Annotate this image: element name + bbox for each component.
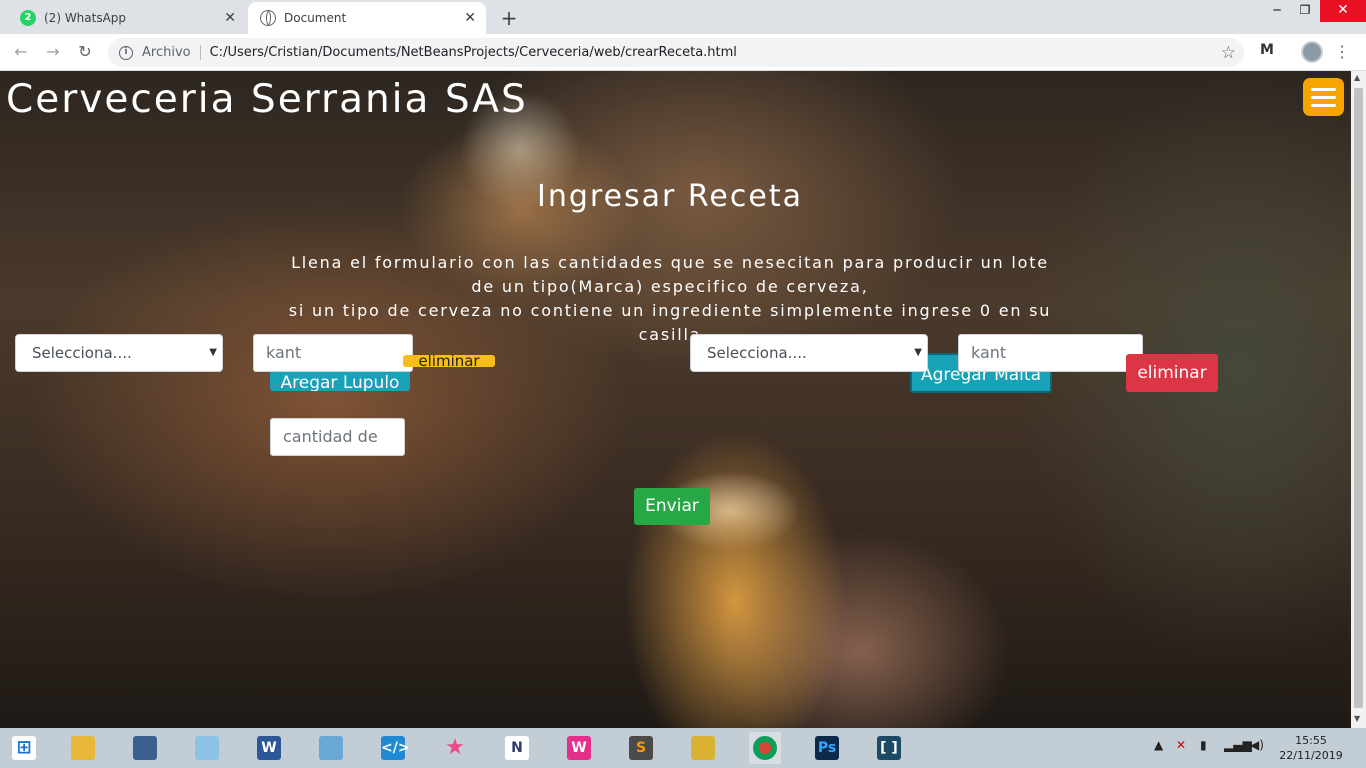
- lupulo-extra-quantity-input[interactable]: cantidad de: [270, 418, 405, 456]
- address-bar[interactable]: i Archivo C:/Users/Cristian/Documents/Ne…: [108, 38, 1244, 67]
- page-viewport: Cerveceria Serrania SAS Ingresar Receta …: [0, 71, 1351, 728]
- clock-date: 22/11/2019: [1279, 749, 1343, 762]
- avatar[interactable]: [1301, 41, 1323, 63]
- wamp-icon: W: [567, 736, 591, 760]
- reload-icon[interactable]: ↻: [74, 41, 96, 63]
- taskbar-clock[interactable]: 15:55 22/11/2019: [1276, 733, 1346, 763]
- new-tab-button[interactable]: +: [498, 6, 520, 30]
- url-text[interactable]: C:/Users/Cristian/Documents/NetBeansProj…: [210, 45, 737, 60]
- description-line: Llena el formulario con las cantidades q…: [291, 253, 1049, 272]
- malta-select[interactable]: Selecciona.... ▼: [690, 334, 928, 372]
- close-window-button[interactable]: ✕: [1320, 0, 1366, 22]
- bird-app-icon[interactable]: [129, 732, 161, 764]
- sublime-icon: S: [629, 736, 653, 760]
- windows-logo-icon: ⊞: [12, 736, 36, 760]
- brackets-icon: [ ]: [877, 736, 901, 760]
- hamburger-line: [1311, 96, 1336, 99]
- lupulo-select-value: Selecciona....: [32, 344, 132, 362]
- chevron-down-icon: ▼: [209, 347, 217, 358]
- scroll-down-icon[interactable]: ▼: [1354, 714, 1360, 723]
- page-scrollbar[interactable]: ▲ ▼: [1351, 71, 1366, 728]
- hamburger-menu-button[interactable]: [1303, 78, 1344, 116]
- tab-whatsapp[interactable]: 2 (2) WhatsApp ✕: [8, 2, 246, 34]
- star-icon: ★: [445, 735, 465, 760]
- clock-time: 15:55: [1295, 734, 1327, 747]
- star-app-icon[interactable]: ★: [439, 732, 471, 764]
- site-title: Cerveceria Serrania SAS: [6, 77, 528, 122]
- hamburger-line: [1311, 88, 1336, 91]
- description-line: si un tipo de cerveza no contiene un ing…: [288, 301, 1052, 320]
- close-tab-icon[interactable]: ✕: [464, 10, 476, 26]
- battery-icon[interactable]: ▮: [1200, 738, 1207, 752]
- file-explorer-icon[interactable]: [67, 732, 99, 764]
- sublime-app-icon[interactable]: S: [625, 732, 657, 764]
- chrome-icon: [753, 736, 777, 760]
- menu-dots-icon[interactable]: ⋮: [1334, 42, 1350, 62]
- folder-icon: [71, 736, 95, 760]
- windows-start-icon[interactable]: ⊞: [8, 732, 40, 764]
- wifi-signal-icon[interactable]: ▂▄▆: [1224, 738, 1252, 752]
- notepad-icon: [195, 736, 219, 760]
- scheme-label: Archivo: [142, 45, 201, 60]
- malta-select-value: Selecciona....: [707, 344, 807, 362]
- scrollbar-thumb[interactable]: [1354, 88, 1363, 708]
- folders-app-icon[interactable]: [687, 732, 719, 764]
- volume-icon[interactable]: ◀): [1250, 738, 1264, 752]
- minimize-button[interactable]: ─: [1262, 0, 1292, 22]
- forward-arrow-icon[interactable]: →: [42, 41, 64, 63]
- chrome-app-icon[interactable]: [749, 732, 781, 764]
- hamburger-line: [1311, 104, 1336, 107]
- lupulo-quantity-input[interactable]: kant: [253, 334, 413, 372]
- info-icon[interactable]: i: [119, 45, 133, 60]
- maximize-button[interactable]: ❐: [1290, 0, 1320, 22]
- back-arrow-icon[interactable]: ←: [10, 41, 32, 63]
- tab-label: (2) WhatsApp: [44, 11, 127, 25]
- vscode-icon: </>: [381, 736, 410, 760]
- description-line: de un tipo(Marca) especifico de cerveza,: [471, 277, 869, 296]
- folders-icon: [691, 736, 715, 760]
- tray-expand-icon[interactable]: ▲: [1154, 738, 1163, 752]
- graph-app-icon[interactable]: N: [501, 732, 533, 764]
- scroll-up-icon[interactable]: ▲: [1354, 73, 1360, 82]
- tab-strip: 2 (2) WhatsApp ✕ Document ✕ + ─ ❐ ✕: [0, 0, 1366, 34]
- remove-malta-button[interactable]: eliminar: [1126, 354, 1218, 392]
- tab-label: Document: [284, 11, 347, 25]
- photoshop-icon: Ps: [815, 736, 839, 760]
- form-description: Llena el formulario con las cantidades q…: [270, 251, 1070, 347]
- remove-lupulo-button[interactable]: eliminar: [403, 355, 495, 367]
- word-icon: W: [257, 736, 281, 760]
- wamp-app-icon[interactable]: W: [563, 732, 595, 764]
- brackets-app-icon[interactable]: [ ]: [873, 732, 905, 764]
- network-alert-icon[interactable]: ✕: [1176, 738, 1186, 752]
- globe-icon: [260, 10, 276, 26]
- cube-icon: [319, 736, 343, 760]
- cube-app-icon[interactable]: [315, 732, 347, 764]
- page-heading: Ingresar Receta: [537, 179, 803, 214]
- browser-toolbar: ← → ↻ i Archivo C:/Users/Cristian/Docume…: [0, 34, 1366, 71]
- windows-taskbar: ⊞ W </> ★ N W S Ps [ ] ▲ ✕ ▮ ▂▄▆ ◀) 15:5…: [0, 728, 1366, 768]
- whatsapp-icon: 2: [20, 10, 36, 26]
- extension-icon[interactable]: M: [1258, 42, 1276, 60]
- bird-icon: [133, 736, 157, 760]
- close-tab-icon[interactable]: ✕: [224, 10, 236, 26]
- chevron-down-icon: ▼: [914, 347, 922, 358]
- bookmark-star-icon[interactable]: ☆: [1221, 43, 1236, 63]
- graph-icon: N: [505, 736, 529, 760]
- photoshop-app-icon[interactable]: Ps: [811, 732, 843, 764]
- vscode-app-icon[interactable]: </>: [377, 732, 410, 764]
- lupulo-select[interactable]: Selecciona.... ▼: [15, 334, 223, 372]
- notepad-app-icon[interactable]: [191, 732, 223, 764]
- submit-button[interactable]: Enviar: [634, 488, 710, 525]
- malta-quantity-input[interactable]: kant: [958, 334, 1143, 372]
- tab-document[interactable]: Document ✕: [248, 2, 486, 34]
- word-app-icon[interactable]: W: [253, 732, 285, 764]
